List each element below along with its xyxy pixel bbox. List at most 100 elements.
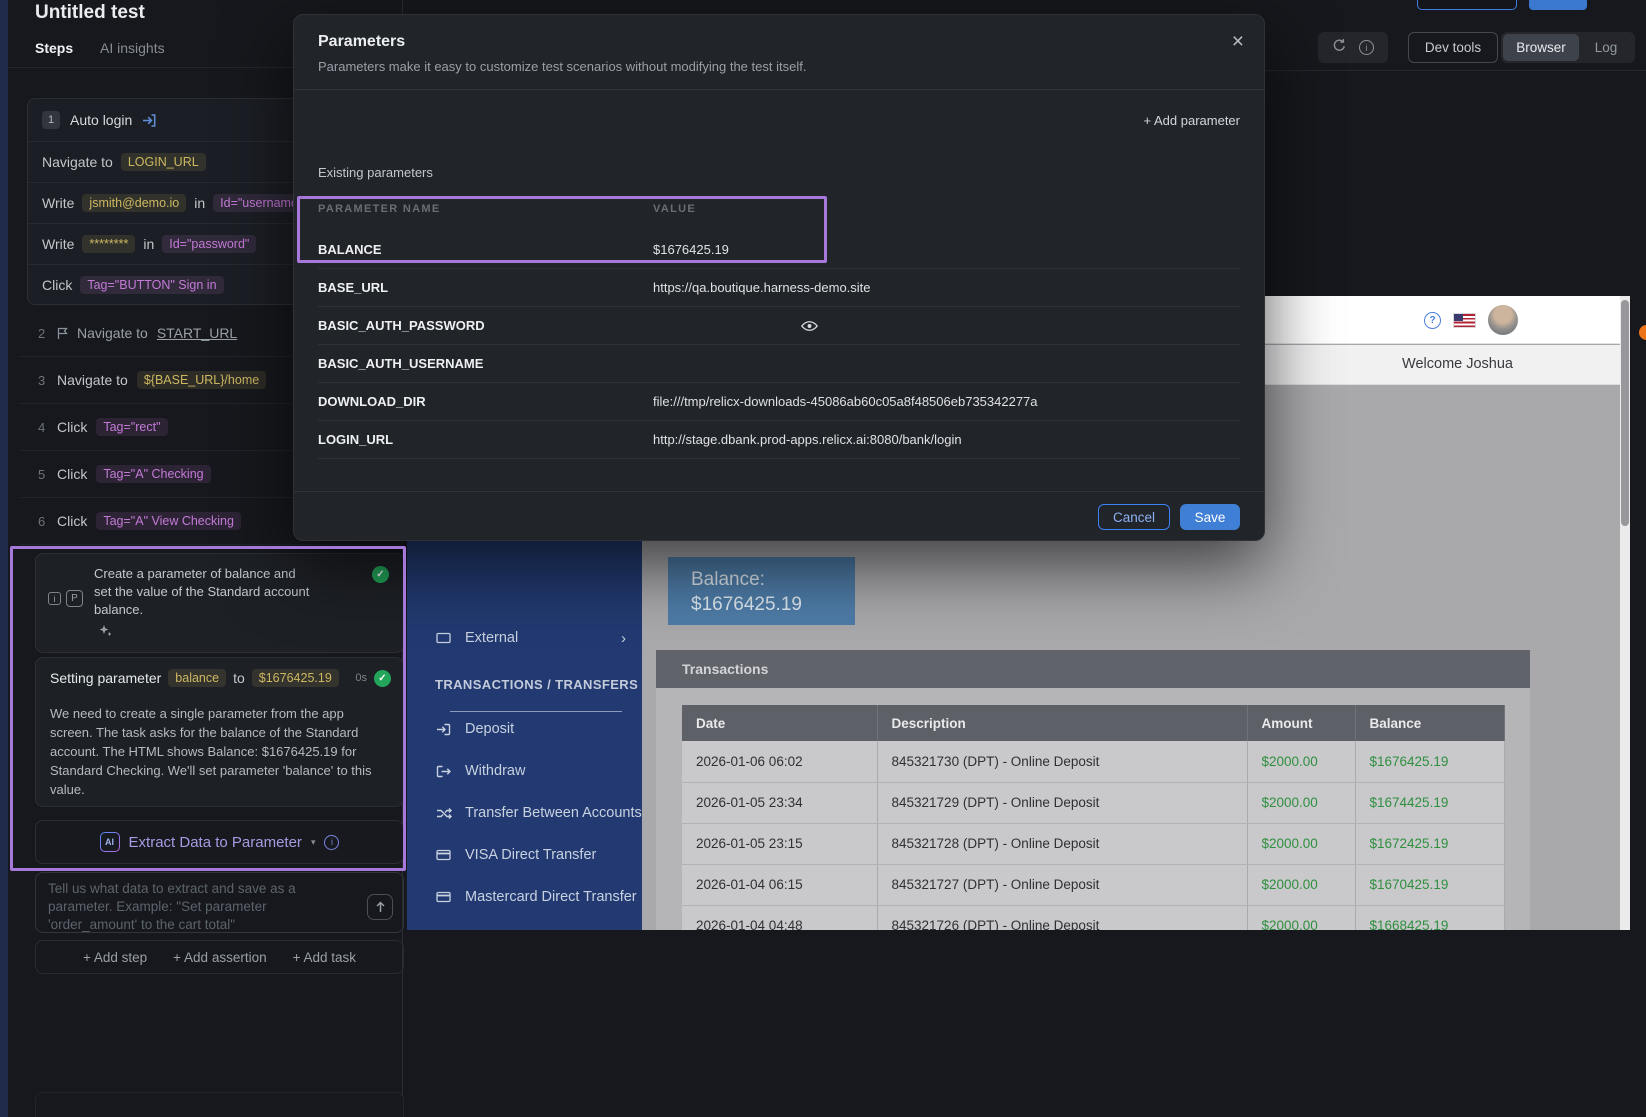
extract-data-header[interactable]: AI Extract Data to Parameter ▾ i bbox=[35, 820, 404, 864]
test-title: Untitled test bbox=[35, 2, 145, 24]
tab-steps[interactable]: Steps bbox=[35, 40, 73, 56]
save-button[interactable]: Save bbox=[1180, 504, 1240, 530]
existing-parameters-label: Existing parameters bbox=[318, 165, 433, 180]
step-number: 2 bbox=[38, 326, 48, 341]
step-number: 4 bbox=[38, 420, 48, 435]
tab-log[interactable]: Log bbox=[1579, 34, 1633, 61]
add-task-button[interactable]: + Add task bbox=[293, 950, 356, 965]
info-square-icon: i bbox=[48, 592, 61, 605]
col-header-parameter-name: PARAMETER NAME bbox=[318, 203, 441, 215]
param-row-basic-auth-username[interactable]: BASIC_AUTH_USERNAME bbox=[318, 345, 1240, 383]
add-parameter-button[interactable]: + Add parameter bbox=[1144, 113, 1240, 128]
dev-tools-button[interactable]: Dev tools bbox=[1408, 32, 1498, 63]
col-header-balance: Balance bbox=[1355, 705, 1504, 741]
eye-icon[interactable] bbox=[801, 319, 818, 337]
app-topbar-icons: ? bbox=[1424, 296, 1518, 344]
setting-parameter-card[interactable]: Setting parameter balance to $1676425.19… bbox=[35, 657, 404, 807]
setting-label: Setting parameter bbox=[50, 670, 161, 686]
cell-date: 2026-01-05 23:34 bbox=[682, 782, 877, 823]
chevron-right-icon: › bbox=[621, 630, 626, 647]
screen: Untitled test Steps AI insights 1 Auto l… bbox=[0, 0, 1646, 1117]
add-step-button[interactable]: + Add step bbox=[83, 950, 147, 965]
action-label: Write bbox=[42, 236, 74, 252]
ai-task-card[interactable]: i P Create a parameter of balance and se… bbox=[35, 553, 404, 653]
action-label: Navigate to bbox=[42, 154, 113, 170]
cell-balance: $1676425.19 bbox=[1355, 741, 1504, 782]
param-row-download-dir[interactable]: DOWNLOAD_DIR file:///tmp/relicx-download… bbox=[318, 383, 1240, 421]
sidebar-item-transfer-between-accounts[interactable]: Transfer Between Accounts bbox=[407, 798, 642, 828]
step-number-badge: 1 bbox=[42, 111, 60, 129]
extract-prompt-input[interactable] bbox=[36, 873, 403, 932]
param-value-chip: $1676425.19 bbox=[252, 669, 339, 687]
in-label: in bbox=[143, 236, 154, 252]
info-icon[interactable]: i bbox=[324, 835, 339, 850]
action-label: Write bbox=[42, 195, 74, 211]
table-row: 2026-01-05 23:15 845321728 (DPT) - Onlin… bbox=[682, 823, 1504, 864]
param-value: $1676425.19 bbox=[653, 242, 729, 257]
sidebar-item-withdraw[interactable]: Withdraw bbox=[407, 756, 642, 786]
in-label: in bbox=[194, 195, 205, 211]
toolbar-icon-group: i bbox=[1318, 32, 1388, 63]
transactions-panel-title: Transactions bbox=[656, 650, 1530, 688]
param-name: BALANCE bbox=[318, 242, 382, 257]
cell-amount: $2000.00 bbox=[1247, 782, 1355, 823]
balance-value: $1676425.19 bbox=[691, 592, 855, 617]
close-icon[interactable]: × bbox=[1232, 31, 1244, 52]
top-outlined-button[interactable] bbox=[1417, 0, 1517, 10]
setting-explanation: We need to create a single parameter fro… bbox=[50, 704, 386, 799]
balance-label: Balance: bbox=[691, 567, 855, 592]
withdraw-icon bbox=[435, 765, 452, 778]
param-value: https://qa.boutique.harness-demo.site bbox=[653, 280, 871, 295]
welcome-message: Welcome Joshua bbox=[1402, 356, 1513, 372]
table-row: 2026-01-06 06:02 845321730 (DPT) - Onlin… bbox=[682, 741, 1504, 782]
cell-description: 845321728 (DPT) - Online Deposit bbox=[877, 823, 1247, 864]
col-header-value: VALUE bbox=[653, 203, 696, 215]
refresh-icon[interactable] bbox=[1332, 38, 1347, 58]
left-rail bbox=[0, 0, 8, 1117]
cell-date: 2026-01-05 23:15 bbox=[682, 823, 877, 864]
cell-balance: $1668425.19 bbox=[1355, 905, 1504, 930]
top-primary-button[interactable] bbox=[1529, 0, 1587, 10]
recording-dot bbox=[1639, 325, 1646, 340]
task-icons: i P bbox=[48, 590, 83, 607]
tab-ai-insights[interactable]: AI insights bbox=[100, 40, 165, 56]
transfer-icon bbox=[435, 807, 452, 820]
modal-subtitle: Parameters make it easy to customize tes… bbox=[318, 59, 806, 74]
cancel-button[interactable]: Cancel bbox=[1098, 504, 1170, 530]
help-icon[interactable]: ? bbox=[1424, 312, 1441, 329]
task-description: Create a parameter of balance and set th… bbox=[94, 565, 316, 619]
success-check-icon: ✓ bbox=[372, 566, 389, 583]
avatar[interactable] bbox=[1488, 305, 1518, 335]
table-row: 2026-01-05 23:34 845321729 (DPT) - Onlin… bbox=[682, 782, 1504, 823]
transactions-panel: Transactions Date Description Amount Bal… bbox=[656, 650, 1530, 930]
action-label: Click bbox=[57, 513, 87, 529]
sidebar-item-visa-direct-transfer[interactable]: VISA Direct Transfer bbox=[407, 840, 642, 870]
sidebar-item-external[interactable]: External › bbox=[407, 623, 642, 653]
col-header-date: Date bbox=[682, 705, 877, 741]
parameter-icon: P bbox=[66, 590, 83, 607]
parameters-modal: × Parameters Parameters make it easy to … bbox=[293, 14, 1265, 541]
param-row-login-url[interactable]: LOGIN_URL http://stage.dbank.prod-apps.r… bbox=[318, 421, 1240, 459]
ai-badge-icon: AI bbox=[100, 832, 120, 852]
start-url-link[interactable]: START_URL bbox=[157, 325, 237, 341]
send-icon[interactable] bbox=[367, 894, 393, 920]
scrollbar[interactable] bbox=[1620, 296, 1630, 930]
param-row-basic-auth-password[interactable]: BASIC_AUTH_PASSWORD bbox=[318, 307, 1240, 345]
table-header-row: Date Description Amount Balance bbox=[682, 705, 1504, 741]
chevron-down-icon[interactable]: ▾ bbox=[311, 837, 316, 848]
action-label: Click bbox=[42, 277, 72, 293]
col-header-description: Description bbox=[877, 705, 1247, 741]
sidebar-item-deposit[interactable]: Deposit bbox=[407, 714, 642, 744]
scrollbar-thumb[interactable] bbox=[1621, 300, 1629, 526]
sidebar-item-mastercard-direct-transfer[interactable]: Mastercard Direct Transfer bbox=[407, 882, 642, 912]
param-name: BASE_URL bbox=[318, 280, 388, 295]
cell-amount: $2000.00 bbox=[1247, 741, 1355, 782]
cell-amount: $2000.00 bbox=[1247, 905, 1355, 930]
tab-browser[interactable]: Browser bbox=[1503, 34, 1579, 61]
us-flag-icon[interactable] bbox=[1454, 314, 1475, 327]
info-icon[interactable]: i bbox=[1359, 40, 1374, 55]
next-card-edge bbox=[35, 1092, 404, 1117]
param-row-base-url[interactable]: BASE_URL https://qa.boutique.harness-dem… bbox=[318, 269, 1240, 307]
add-assertion-button[interactable]: + Add assertion bbox=[173, 950, 266, 965]
param-row-balance[interactable]: BALANCE $1676425.19 bbox=[318, 231, 1240, 269]
